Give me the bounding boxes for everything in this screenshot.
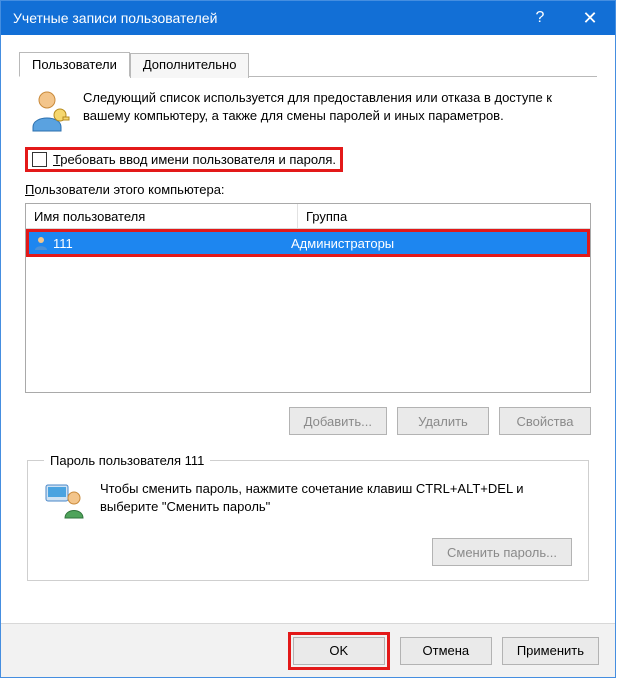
- help-icon: ?: [536, 9, 545, 27]
- remove-user-button[interactable]: Удалить: [397, 407, 489, 435]
- intro-block: Следующий список используется для предос…: [25, 89, 591, 133]
- dialog-footer: OK Отмена Применить: [1, 623, 615, 677]
- cancel-button[interactable]: Отмена: [400, 637, 492, 665]
- help-button[interactable]: ?: [515, 1, 565, 35]
- dialog-window: Учетные записи пользователей ? ✕ Пользов…: [0, 0, 616, 678]
- tab-advanced[interactable]: Дополнительно: [130, 53, 250, 78]
- apply-button[interactable]: Применить: [502, 637, 599, 665]
- add-user-button[interactable]: Добавить...: [289, 407, 387, 435]
- require-login-label: Требовать ввод имени пользователя и паро…: [53, 152, 336, 167]
- tab-users[interactable]: Пользователи: [19, 52, 130, 77]
- ok-highlight: OK: [288, 632, 390, 670]
- table-row[interactable]: 111 Администраторы: [29, 232, 587, 254]
- users-list-label: Пользователи этого компьютера:: [25, 182, 591, 197]
- password-instruction: Чтобы сменить пароль, нажмите сочетание …: [100, 480, 572, 516]
- tab-strip: Пользователи Дополнительно: [19, 51, 597, 77]
- row-username: 111: [53, 236, 73, 251]
- checkbox-box[interactable]: [32, 152, 47, 167]
- users-listbox[interactable]: Имя пользователя Группа 111: [25, 203, 591, 393]
- tab-page-users: Следующий список используется для предос…: [19, 77, 597, 581]
- list-header: Имя пользователя Группа: [26, 204, 590, 229]
- properties-button[interactable]: Свойства: [499, 407, 591, 435]
- user-buttons-row: Добавить... Удалить Свойства: [25, 407, 591, 435]
- row-group-cell: Администраторы: [285, 236, 587, 251]
- user-avatar-icon: [33, 235, 49, 251]
- close-button[interactable]: ✕: [565, 1, 615, 35]
- client-area: Пользователи Дополнительно Следующий спи…: [1, 35, 615, 581]
- column-header-group[interactable]: Группа: [298, 204, 590, 228]
- titlebar-buttons: ? ✕: [515, 1, 615, 35]
- window-title: Учетные записи пользователей: [13, 10, 217, 26]
- highlighted-row: 111 Администраторы: [26, 229, 590, 257]
- change-password-button[interactable]: Сменить пароль...: [432, 538, 572, 566]
- require-login-checkbox-row[interactable]: Требовать ввод имени пользователя и паро…: [25, 147, 343, 172]
- key-user-icon: [44, 480, 86, 520]
- row-username-cell: 111: [29, 235, 285, 251]
- password-group: Пароль пользователя 111 Чтобы сменить па…: [27, 453, 589, 581]
- users-keys-icon: [25, 89, 71, 133]
- close-icon: ✕: [582, 8, 597, 29]
- password-group-legend: Пароль пользователя 111: [44, 453, 210, 468]
- column-header-name[interactable]: Имя пользователя: [26, 204, 298, 228]
- titlebar: Учетные записи пользователей ? ✕: [1, 1, 615, 35]
- ok-button[interactable]: OK: [293, 637, 385, 665]
- intro-text: Следующий список используется для предос…: [83, 89, 591, 133]
